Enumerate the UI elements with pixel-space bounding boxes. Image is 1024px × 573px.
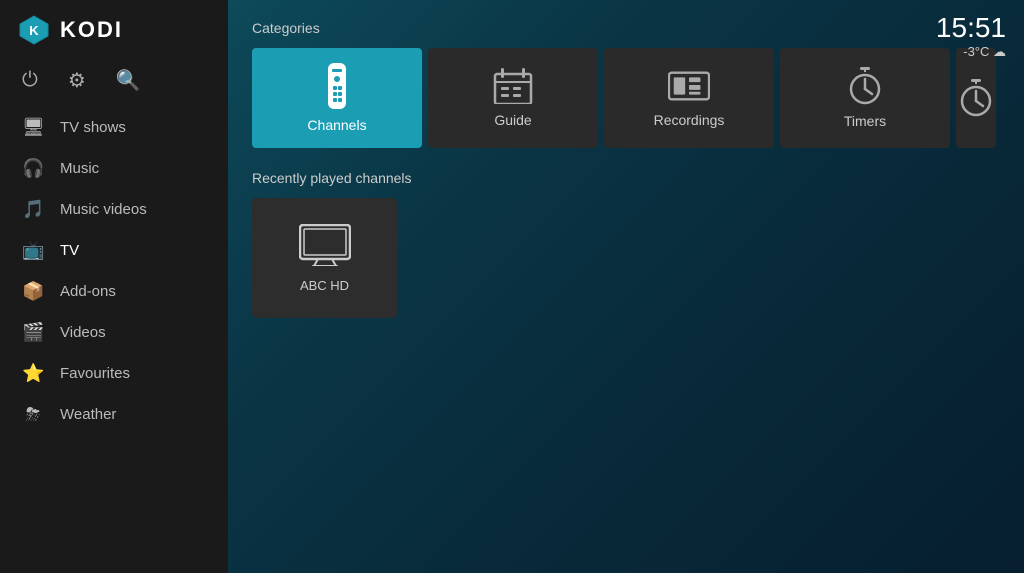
sidebar-item-tv-shows[interactable]: 🖥 TV shows xyxy=(0,107,228,148)
category-tile-label: Recordings xyxy=(654,112,725,128)
categories-label: Categories xyxy=(252,20,1000,36)
timer-icon xyxy=(848,67,882,105)
category-tile-label: Guide xyxy=(494,112,531,128)
timer-partial-icon xyxy=(959,79,993,117)
settings-button[interactable]: ⚙ xyxy=(68,68,86,93)
recordings-icon xyxy=(668,68,710,104)
category-tile-label: Timers xyxy=(844,113,886,129)
tv-icon: 📺 xyxy=(22,240,44,261)
clock-area: 15:51 -3°C ☁ xyxy=(936,14,1006,60)
tv-screen-icon xyxy=(299,224,351,266)
category-tile-recordings[interactable]: Recordings xyxy=(604,48,774,148)
sidebar-item-videos[interactable]: 🎬 Videos xyxy=(0,312,228,353)
sidebar-item-tv[interactable]: 📺 TV xyxy=(0,230,228,271)
weather-icon: ⛈ xyxy=(22,404,44,425)
category-tile-timers[interactable]: Timers xyxy=(780,48,950,148)
sidebar-item-add-ons[interactable]: 📦 Add-ons xyxy=(0,271,228,312)
categories-row: Channels Guide xyxy=(252,48,1000,148)
clock-time: 15:51 xyxy=(936,14,1006,42)
sidebar-item-favourites[interactable]: ⭐ Favourites xyxy=(0,353,228,394)
main-content: 15:51 -3°C ☁ Categories Channels xyxy=(228,0,1024,573)
videos-icon: 🎬 xyxy=(22,322,44,343)
sidebar-item-label: Videos xyxy=(60,324,106,341)
remote-icon xyxy=(319,63,355,109)
sidebar-item-label: Weather xyxy=(60,406,116,423)
app-logo: K KODI xyxy=(0,0,228,60)
guide-icon xyxy=(493,68,533,104)
sidebar-item-music-videos[interactable]: 🎵 Music videos xyxy=(0,189,228,230)
category-tile-partial[interactable] xyxy=(956,48,996,148)
sidebar-item-label: TV xyxy=(60,242,79,259)
music-videos-icon: 🎵 xyxy=(22,199,44,220)
sidebar-item-label: Add-ons xyxy=(60,283,116,300)
sidebar-nav: 🖥 TV shows 🎧 Music 🎵 Music videos 📺 TV 📦… xyxy=(0,107,228,573)
channels-row: ABC HD xyxy=(252,198,1000,318)
app-name: KODI xyxy=(60,17,123,43)
channel-tile-label: ABC HD xyxy=(300,278,349,293)
sidebar-item-weather[interactable]: ⛈ Weather xyxy=(0,394,228,435)
kodi-logo-icon: K xyxy=(18,14,50,46)
search-button[interactable]: 🔍 xyxy=(116,68,141,93)
category-tile-label: Channels xyxy=(307,117,366,133)
sidebar-item-label: Music videos xyxy=(60,201,147,218)
sidebar-item-label: TV shows xyxy=(60,119,126,136)
top-icons-row: ⏻ ⚙ 🔍 xyxy=(0,60,228,107)
recently-played-label: Recently played channels xyxy=(252,170,1000,186)
sidebar-item-label: Favourites xyxy=(60,365,130,382)
svg-text:K: K xyxy=(29,23,39,38)
power-button[interactable]: ⏻ xyxy=(22,69,38,92)
clock-meta: -3°C ☁ xyxy=(936,44,1006,60)
favourites-icon: ⭐ xyxy=(22,363,44,384)
category-tile-guide[interactable]: Guide xyxy=(428,48,598,148)
sidebar: K KODI ⏻ ⚙ 🔍 🖥 TV shows 🎧 Music 🎵 Music … xyxy=(0,0,228,573)
music-icon: 🎧 xyxy=(22,158,44,179)
category-tile-channels[interactable]: Channels xyxy=(252,48,422,148)
channel-tile-abc-hd[interactable]: ABC HD xyxy=(252,198,397,318)
sidebar-item-label: Music xyxy=(60,160,99,177)
sidebar-item-music[interactable]: 🎧 Music xyxy=(0,148,228,189)
add-ons-icon: 📦 xyxy=(22,281,44,302)
tv-shows-icon: 🖥 xyxy=(22,117,44,138)
